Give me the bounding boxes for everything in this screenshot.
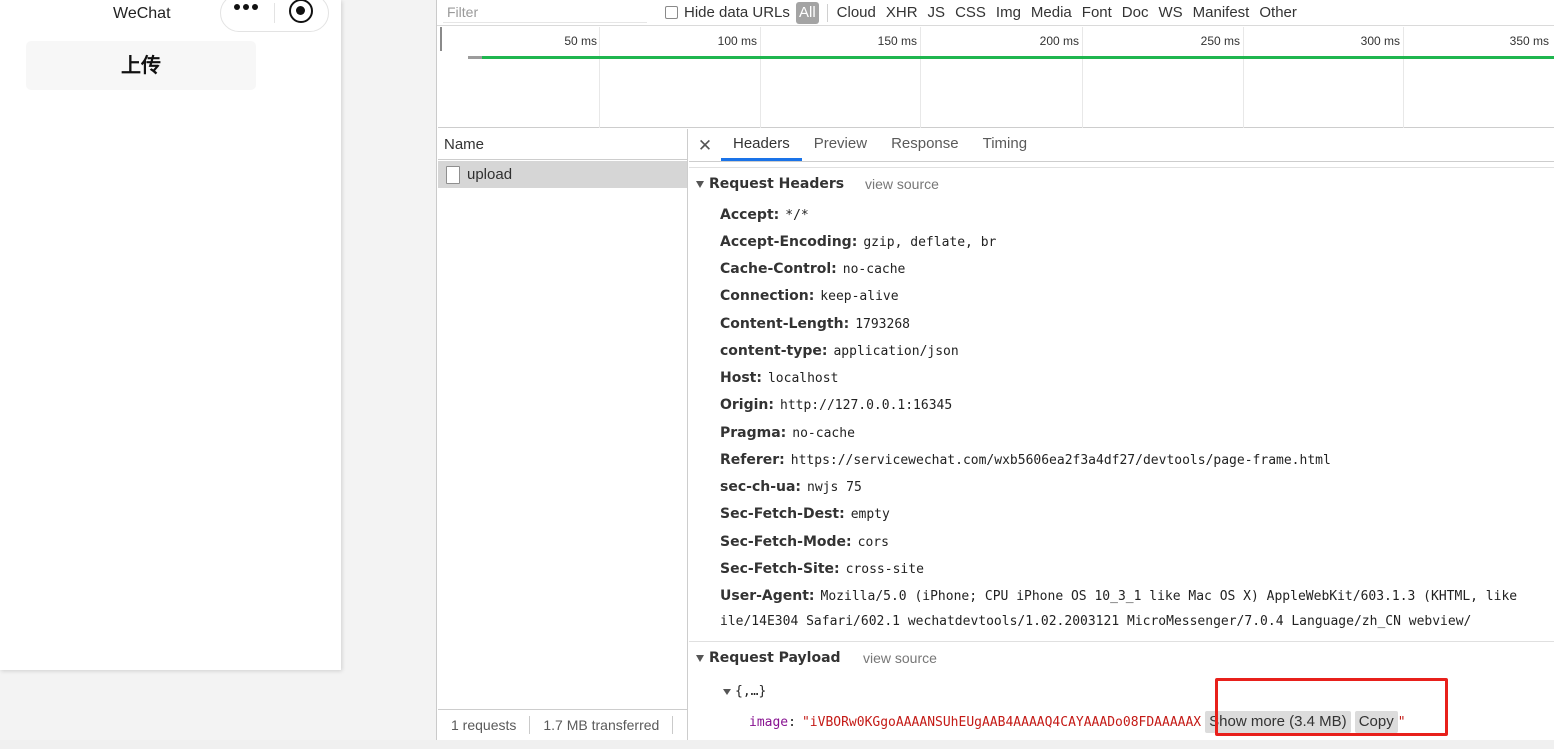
header-row: User-Agent: Mozilla/5.0 (iPhone; CPU iPho… [720,588,1518,604]
network-status-bar: 1 requests 1.7 MB transferred [438,709,687,740]
request-name: upload [467,166,513,183]
filter-ws[interactable]: WS [1153,2,1187,24]
timeline-tick-label: 300 ms [1360,34,1400,48]
transferred-size: 1.7 MB transferred [543,717,660,733]
request-headers-toggle[interactable]: Request Headers [696,176,844,192]
timeline-gridline [920,27,921,128]
timeline-gridline [599,27,600,128]
request-payload-title: Request Payload [709,650,841,666]
filter-separator [826,4,828,22]
expand-triangle-icon[interactable] [696,654,704,662]
header-row: Connection: keep-alive [720,288,899,304]
payload-image-value: "iVBORw0KGgoAAAANSUhEUgAAB4AAAAQ4CAYAAAD… [801,714,1202,730]
upload-button[interactable]: 上传 [26,41,256,90]
request-payload-toggle[interactable]: Request Payload [696,650,841,666]
header-row: Referer: https://servicewechat.com/wxb560… [720,452,1331,468]
timeline-gridline [1403,27,1404,128]
request-row-upload[interactable]: upload [438,161,687,188]
header-row: Pragma: no-cache [720,425,855,441]
filter-other[interactable]: Other [1254,2,1302,24]
network-filter-toolbar: Hide data URLs All Cloud XHR JS CSS Img … [437,0,1554,26]
request-timing-bar [482,56,1554,59]
filter-media[interactable]: Media [1026,2,1077,24]
timeline-gridline [1082,27,1083,128]
timeline-tick-label: 200 ms [1039,34,1079,48]
request-payload-view-source[interactable]: view source [863,650,937,666]
mini-program-title: WeChat [113,5,171,22]
header-row: Host: localhost [720,370,839,386]
header-row: Sec-Fetch-Site: cross-site [720,561,924,577]
filter-all[interactable]: All [796,2,819,24]
tab-preview[interactable]: Preview [802,128,879,161]
request-details-panel: ✕ Headers Preview Response Timing Reques… [689,129,1554,749]
timeline-tick-label: 100 ms [717,34,757,48]
document-icon [446,165,460,184]
close-target-icon[interactable] [289,0,313,23]
timeline-tick-label: 150 ms [877,34,917,48]
expand-triangle-icon[interactable] [723,688,731,695]
request-list: Name upload 1 requests 1.7 MB transferre… [438,129,688,749]
request-waiting-bar [468,56,482,59]
simulator-phone-screen: WeChat 上传 [0,0,341,670]
timeline-handle[interactable] [440,27,442,51]
header-row: Accept-Encoding: gzip, deflate, br [720,234,997,250]
filter-doc[interactable]: Doc [1117,2,1154,24]
timeline-gridline [1243,27,1244,128]
section-divider [689,167,1554,168]
header-row: Sec-Fetch-Dest: empty [720,506,890,522]
status-separator [672,716,674,734]
timeline-tick-label: 50 ms [564,34,597,48]
payload-root-node[interactable]: {,…} [723,684,766,699]
timeline-tick-label: 350 ms [1509,34,1549,48]
capsule-divider [274,3,275,23]
section-divider [689,641,1554,642]
filter-input[interactable] [443,1,647,23]
mini-program-capsule [220,0,329,32]
tab-timing[interactable]: Timing [971,128,1039,161]
more-icon[interactable] [234,4,258,10]
header-row: sec-ch-ua: nwjs 75 [720,479,862,495]
filter-manifest[interactable]: Manifest [1188,2,1255,24]
timeline-overview[interactable]: 50 ms 100 ms 150 ms 200 ms 250 ms 300 ms… [438,27,1554,128]
filter-font[interactable]: Font [1077,2,1117,24]
request-headers-view-source[interactable]: view source [865,176,939,192]
filter-css[interactable]: CSS [950,2,991,24]
expand-triangle-icon[interactable] [696,180,704,188]
filter-js[interactable]: JS [923,2,951,24]
payload-key: image [749,714,789,730]
header-row: Sec-Fetch-Mode: cors [720,534,889,550]
tab-headers[interactable]: Headers [721,128,802,161]
tab-response[interactable]: Response [879,128,971,161]
hide-data-urls-toggle[interactable]: Hide data URLs [665,4,790,21]
filter-xhr[interactable]: XHR [881,2,923,24]
header-row: Origin: http://127.0.0.1:16345 [720,397,953,413]
user-agent-continued: ile/14E304 Safari/602.1 wechatdevtools/1… [720,614,1472,629]
window-bottom-edge [0,740,1554,749]
annotation-highlight-box [1215,678,1448,736]
filter-img[interactable]: Img [991,2,1026,24]
details-tabs: ✕ Headers Preview Response Timing [689,129,1554,162]
timeline-gridline [760,27,761,128]
header-row: Accept: */* [720,207,809,223]
header-row: Content-Length: 1793268 [720,316,910,332]
payload-root-summary: {,…} [735,684,767,699]
header-row: content-type: application/json [720,343,959,359]
request-headers-title: Request Headers [709,176,845,192]
header-row: Cache-Control: no-cache [720,261,906,277]
hide-data-urls-label: Hide data URLs [684,4,790,21]
hide-data-urls-checkbox[interactable] [665,6,678,19]
filter-cloud[interactable]: Cloud [832,2,881,24]
panel-divider[interactable] [436,0,437,749]
request-count: 1 requests [451,717,517,733]
resource-type-filters: All Cloud XHR JS CSS Img Media Font Doc … [796,2,1302,24]
name-column-header[interactable]: Name [438,129,687,160]
timeline-tick-label: 250 ms [1200,34,1240,48]
close-icon[interactable]: ✕ [689,130,721,161]
